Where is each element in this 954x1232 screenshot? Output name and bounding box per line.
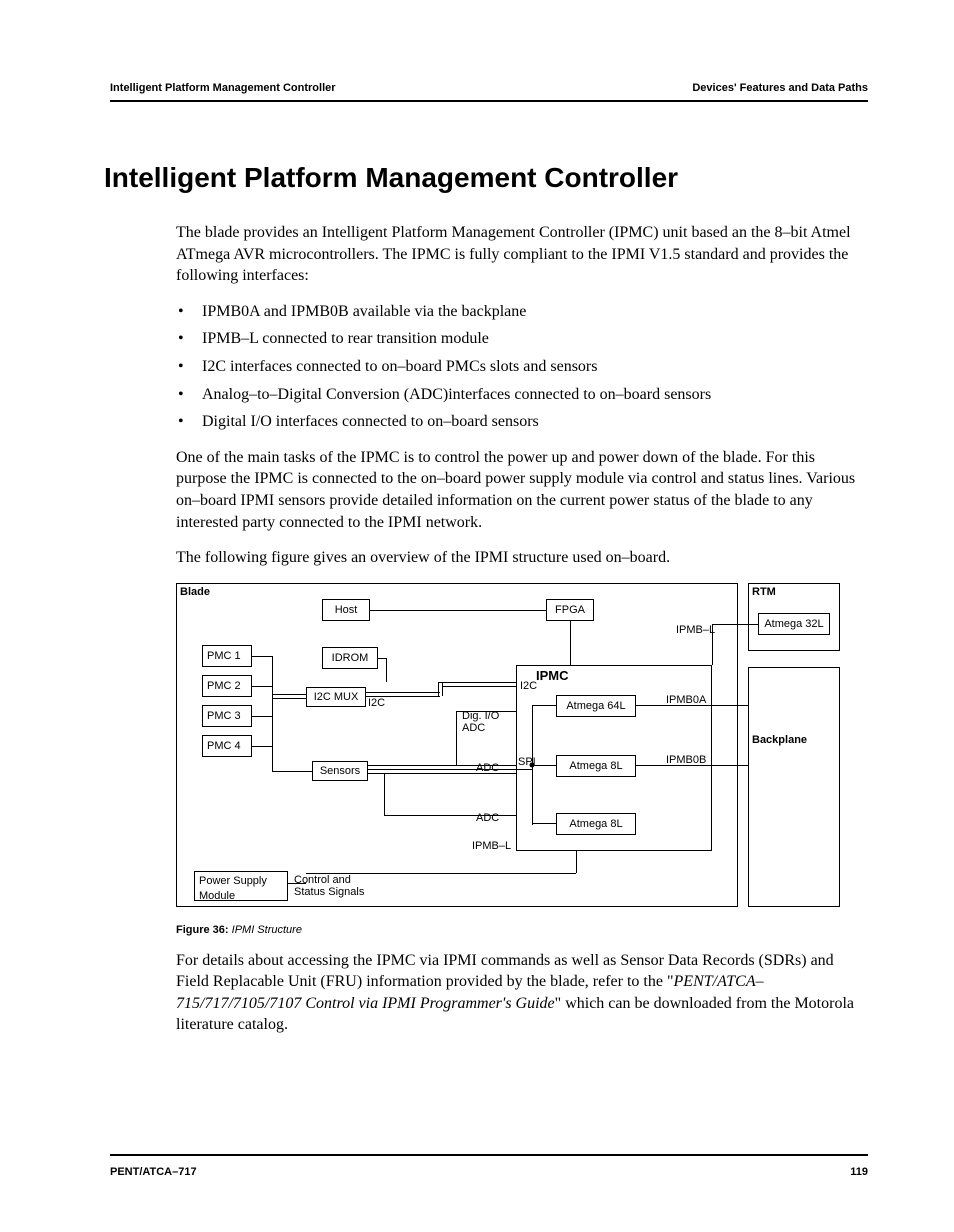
ipmb0b-label: IPMB0B	[666, 753, 706, 768]
list-item: Analog–to–Digital Conversion (ADC)interf…	[176, 384, 868, 406]
atmega8l-b-box: Atmega 8L	[556, 813, 636, 835]
ipmc-label: IPMC	[536, 667, 569, 685]
page-footer: PENT/ATCA–717 119	[110, 1154, 868, 1178]
power-supply-module-box: Power Supply Module	[194, 871, 288, 901]
i2c-port-label: I2C	[520, 679, 537, 694]
ipmbl-top-label: IPMB–L	[676, 623, 715, 638]
page-title: Intelligent Platform Management Controll…	[104, 162, 868, 194]
header-left: Intelligent Platform Management Controll…	[110, 82, 336, 94]
adc-label3: ADC	[476, 811, 499, 826]
footer-page-number: 119	[850, 1166, 868, 1178]
body-paragraph: The following figure gives an overview o…	[176, 547, 868, 569]
closing-paragraph: For details about accessing the IPMC via…	[176, 950, 868, 1036]
i2cmux-box: I2C MUX	[306, 687, 366, 707]
ipmbl-label: IPMB–L	[472, 839, 511, 854]
i2c-label: I2C	[368, 696, 385, 711]
sensors-box: Sensors	[312, 761, 368, 781]
idrom-box: IDROM	[322, 647, 378, 669]
atmega8l-a-box: Atmega 8L	[556, 755, 636, 777]
backplane-label: Backplane	[752, 733, 807, 748]
header-right: Devices' Features and Data Paths	[692, 82, 868, 94]
list-item: IPMB0A and IPMB0B available via the back…	[176, 301, 868, 323]
spi-label: SPI	[518, 755, 536, 770]
ipmi-structure-diagram: Blade RTM Atmega 32L Backplane Host FPGA…	[176, 583, 840, 913]
figure-caption: Figure 36: IPMI Structure	[176, 923, 868, 938]
atmega64l-box: Atmega 64L	[556, 695, 636, 717]
pmc4-box: PMC 4	[202, 735, 252, 757]
running-head: Intelligent Platform Management Controll…	[110, 82, 868, 102]
list-item: IPMB–L connected to rear transition modu…	[176, 328, 868, 350]
pmc1-box: PMC 1	[202, 645, 252, 667]
body-paragraph: One of the main tasks of the IPMC is to …	[176, 447, 868, 533]
rtm-label: RTM	[752, 585, 776, 600]
adc-label: ADC	[476, 761, 499, 776]
list-item: I2C interfaces connected to on–board PMC…	[176, 356, 868, 378]
pmc2-box: PMC 2	[202, 675, 252, 697]
fpga-box: FPGA	[546, 599, 594, 621]
feature-list: IPMB0A and IPMB0B available via the back…	[176, 301, 868, 433]
ipmb0a-label: IPMB0A	[666, 693, 706, 708]
host-box: Host	[322, 599, 370, 621]
atmega32l-box: Atmega 32L	[758, 613, 830, 635]
intro-paragraph: The blade provides an Intelligent Platfo…	[176, 222, 868, 287]
pmc3-box: PMC 3	[202, 705, 252, 727]
footer-left: PENT/ATCA–717	[110, 1166, 197, 1178]
adc-label2: ADC	[462, 721, 485, 736]
list-item: Digital I/O interfaces connected to on–b…	[176, 411, 868, 433]
control-status-label2: Status Signals	[294, 885, 364, 900]
blade-label: Blade	[180, 585, 210, 600]
